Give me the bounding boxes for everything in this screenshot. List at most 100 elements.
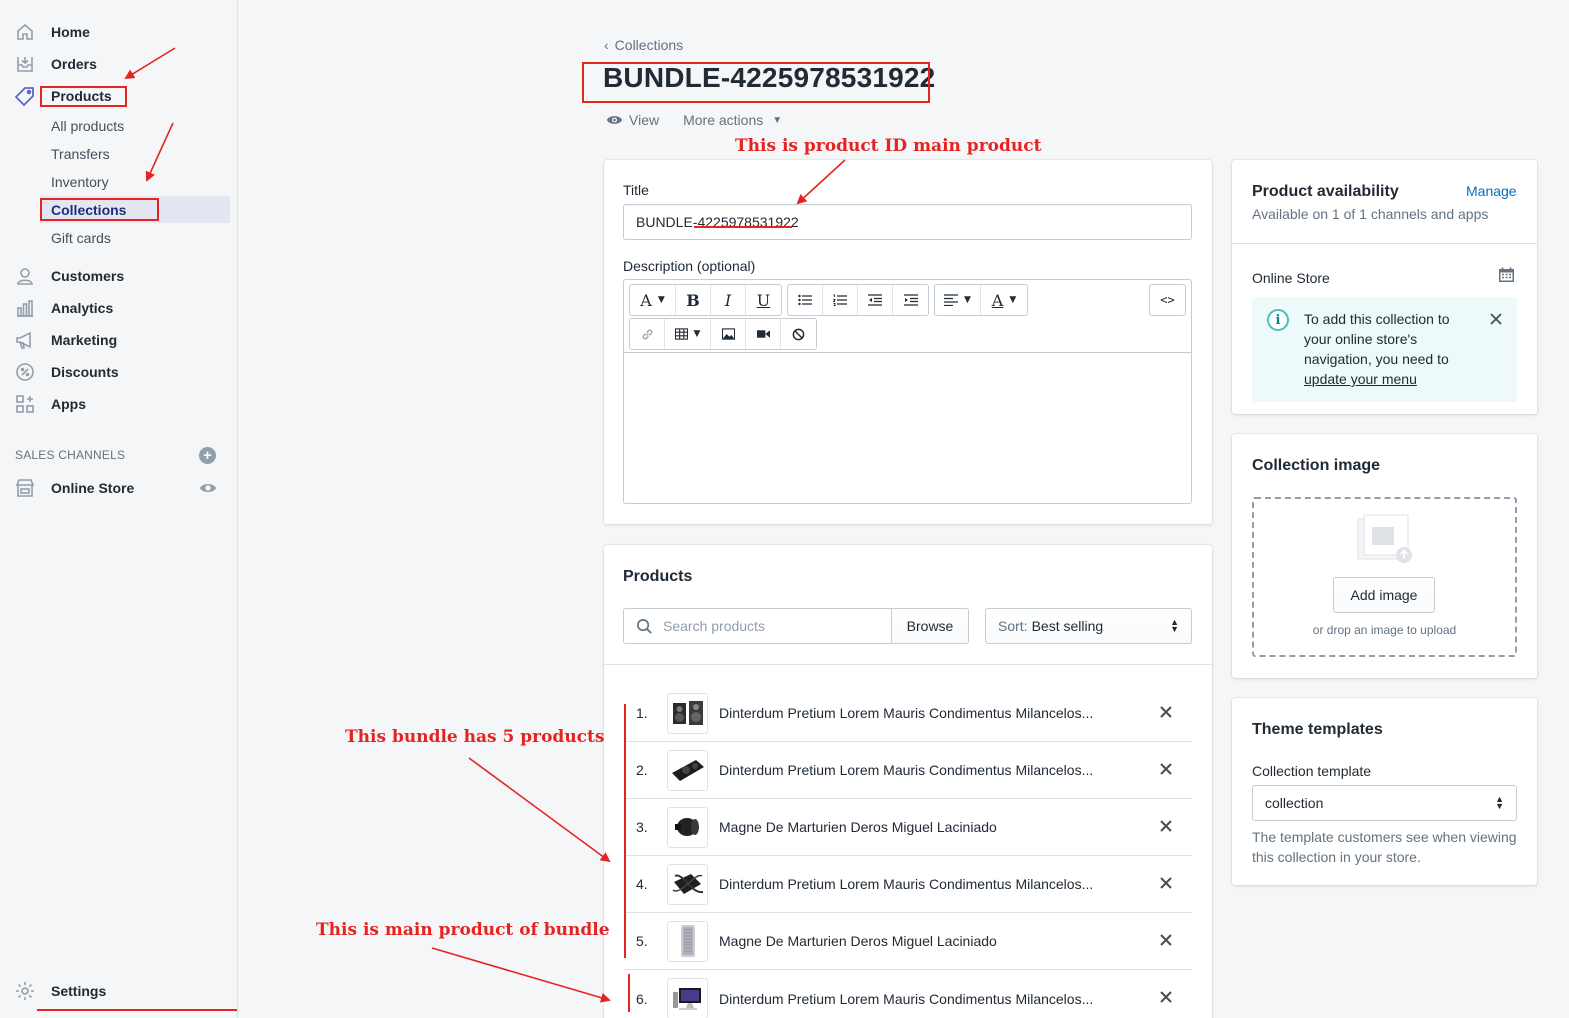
drop-hint: or drop an image to upload bbox=[1312, 623, 1457, 637]
nav-marketing-label: Marketing bbox=[51, 332, 118, 348]
theme-templates-heading: Theme templates bbox=[1252, 721, 1383, 738]
search-products-input[interactable]: Search products bbox=[623, 608, 892, 644]
products-divider bbox=[604, 664, 1212, 665]
products-heading: Products bbox=[623, 568, 693, 585]
remove-icon[interactable] bbox=[1158, 875, 1174, 891]
remove-icon[interactable] bbox=[1158, 818, 1174, 834]
product-name[interactable]: Dinterdum Pretium Lorem Mauris Condiment… bbox=[719, 991, 1139, 1007]
title-input-value: BUNDLE-4225978531922 bbox=[636, 214, 799, 230]
annotation-box-products bbox=[40, 86, 127, 107]
video-icon[interactable] bbox=[746, 319, 781, 349]
product-row[interactable]: 1. Dinterdum Pretium Lorem Mauris Condim… bbox=[624, 685, 1192, 742]
product-row[interactable]: 4. Dinterdum Pretium Lorem Mauris Condim… bbox=[624, 856, 1192, 913]
sub-gift-cards[interactable]: Gift cards bbox=[51, 227, 111, 249]
apps-icon bbox=[14, 393, 36, 415]
product-row[interactable]: 6. Dinterdum Pretium Lorem Mauris Condim… bbox=[624, 970, 1192, 1018]
nav-orders-label: Orders bbox=[51, 56, 97, 72]
nav-online-store[interactable]: Online Store bbox=[14, 475, 134, 501]
view-button[interactable]: View bbox=[606, 112, 659, 128]
sub-all-products[interactable]: All products bbox=[51, 115, 124, 137]
product-name[interactable]: Magne De Marturien Deros Miguel Laciniad… bbox=[719, 819, 1139, 835]
annotation-underline-id bbox=[694, 226, 792, 228]
description-editor[interactable]: A ▼ B I U ▼ A ▼ <> ▼ bbox=[623, 279, 1192, 504]
product-name[interactable]: Magne De Marturien Deros Miguel Laciniad… bbox=[719, 933, 1139, 949]
more-actions-label: More actions bbox=[683, 112, 764, 128]
outdent-icon[interactable] bbox=[858, 285, 893, 315]
clear-format-icon[interactable] bbox=[781, 319, 816, 349]
add-channel-icon[interactable]: + bbox=[199, 447, 216, 464]
view-store-eye-icon[interactable] bbox=[199, 480, 217, 496]
remove-icon[interactable] bbox=[1158, 704, 1174, 720]
italic-button[interactable]: I bbox=[711, 285, 746, 315]
gear-icon bbox=[14, 980, 36, 1002]
product-thumbnail-cooler bbox=[667, 806, 708, 848]
view-label: View bbox=[629, 112, 660, 128]
caret-down-icon: ▼ bbox=[772, 114, 783, 126]
image-upload-icon bbox=[1357, 514, 1412, 563]
annotation-bundle-count: This bundle has 5 products bbox=[345, 727, 605, 747]
update-menu-link[interactable]: update your menu bbox=[1304, 371, 1417, 387]
indent-icon[interactable] bbox=[893, 285, 928, 315]
text-color-icon[interactable]: A ▼ bbox=[981, 285, 1027, 315]
add-image-button[interactable]: Add image bbox=[1333, 577, 1435, 613]
link-icon[interactable] bbox=[630, 319, 665, 349]
banner-text: To add this collection to your online st… bbox=[1304, 311, 1450, 367]
product-name[interactable]: Dinterdum Pretium Lorem Mauris Condiment… bbox=[719, 876, 1139, 892]
remove-icon[interactable] bbox=[1158, 932, 1174, 948]
insert-group: ▼ bbox=[629, 318, 817, 350]
annotation-box-collections bbox=[40, 198, 159, 221]
online-store-channel: Online Store bbox=[1252, 270, 1330, 286]
more-actions-button[interactable]: More actions ▼ bbox=[683, 112, 782, 128]
remove-icon[interactable] bbox=[1158, 989, 1174, 1005]
sub-inventory[interactable]: Inventory bbox=[51, 171, 109, 193]
select-arrows-icon: ▲ ▼ bbox=[1170, 617, 1179, 634]
collection-template-select[interactable]: collection ▲ ▼ bbox=[1252, 785, 1517, 821]
product-row[interactable]: 5. Magne De Marturien Deros Miguel Lacin… bbox=[624, 913, 1192, 970]
close-icon[interactable] bbox=[1489, 312, 1503, 326]
product-name[interactable]: Dinterdum Pretium Lorem Mauris Condiment… bbox=[719, 762, 1139, 778]
html-toggle-group: <> bbox=[1149, 284, 1186, 316]
sort-select[interactable]: Sort: Best selling ▲ ▼ bbox=[985, 608, 1192, 644]
editor-toolbar-row-1: A ▼ B I U ▼ A ▼ bbox=[629, 284, 1028, 316]
table-icon[interactable]: ▼ bbox=[665, 319, 711, 349]
title-input[interactable]: BUNDLE-4225978531922 bbox=[623, 204, 1192, 240]
nav-settings[interactable]: Settings bbox=[14, 978, 106, 1004]
manage-link[interactable]: Manage bbox=[1466, 183, 1517, 199]
breadcrumb-label: Collections bbox=[614, 37, 684, 53]
sidebar: Home Orders Products All products Transf… bbox=[0, 0, 238, 1018]
align-left-icon[interactable]: ▼ bbox=[935, 285, 981, 315]
underline-button[interactable]: U bbox=[746, 285, 781, 315]
nav-discounts[interactable]: Discounts bbox=[14, 359, 119, 385]
store-icon bbox=[14, 477, 36, 499]
breadcrumb-collections[interactable]: ‹ Collections bbox=[604, 37, 683, 53]
font-family-button[interactable]: A ▼ bbox=[630, 285, 676, 315]
product-name[interactable]: Dinterdum Pretium Lorem Mauris Condiment… bbox=[719, 705, 1139, 721]
numbered-list-icon[interactable] bbox=[823, 285, 858, 315]
nav-apps[interactable]: Apps bbox=[14, 391, 86, 417]
nav-analytics[interactable]: Analytics bbox=[14, 295, 113, 321]
calendar-icon[interactable] bbox=[1498, 267, 1515, 283]
product-row[interactable]: 2. Dinterdum Pretium Lorem Mauris Condim… bbox=[624, 742, 1192, 799]
bullet-list-icon[interactable] bbox=[788, 285, 823, 315]
sub-transfers[interactable]: Transfers bbox=[51, 143, 110, 165]
header-actions: View More actions ▼ bbox=[606, 112, 806, 128]
nav-orders[interactable]: Orders bbox=[14, 51, 97, 77]
editor-toolbar-row-2: ▼ bbox=[629, 318, 817, 350]
megaphone-icon bbox=[14, 329, 36, 351]
browse-button[interactable]: Browse bbox=[891, 608, 969, 644]
html-code-icon[interactable]: <> bbox=[1150, 285, 1185, 315]
chevron-left-icon: ‹ bbox=[604, 37, 609, 53]
info-banner: i To add this collection to your online … bbox=[1252, 297, 1517, 402]
list-group bbox=[787, 284, 929, 316]
row-number: 2. bbox=[636, 762, 648, 778]
nav-customers[interactable]: Customers bbox=[14, 263, 124, 289]
bold-button[interactable]: B bbox=[676, 285, 711, 315]
row-number: 4. bbox=[636, 876, 648, 892]
availability-divider bbox=[1232, 243, 1537, 244]
image-icon[interactable] bbox=[711, 319, 746, 349]
annotation-product-id: This is product ID main product bbox=[735, 136, 1042, 156]
nav-home[interactable]: Home bbox=[14, 19, 90, 45]
nav-marketing[interactable]: Marketing bbox=[14, 327, 117, 353]
remove-icon[interactable] bbox=[1158, 761, 1174, 777]
product-row[interactable]: 3. Magne De Marturien Deros Miguel Lacin… bbox=[624, 799, 1192, 856]
